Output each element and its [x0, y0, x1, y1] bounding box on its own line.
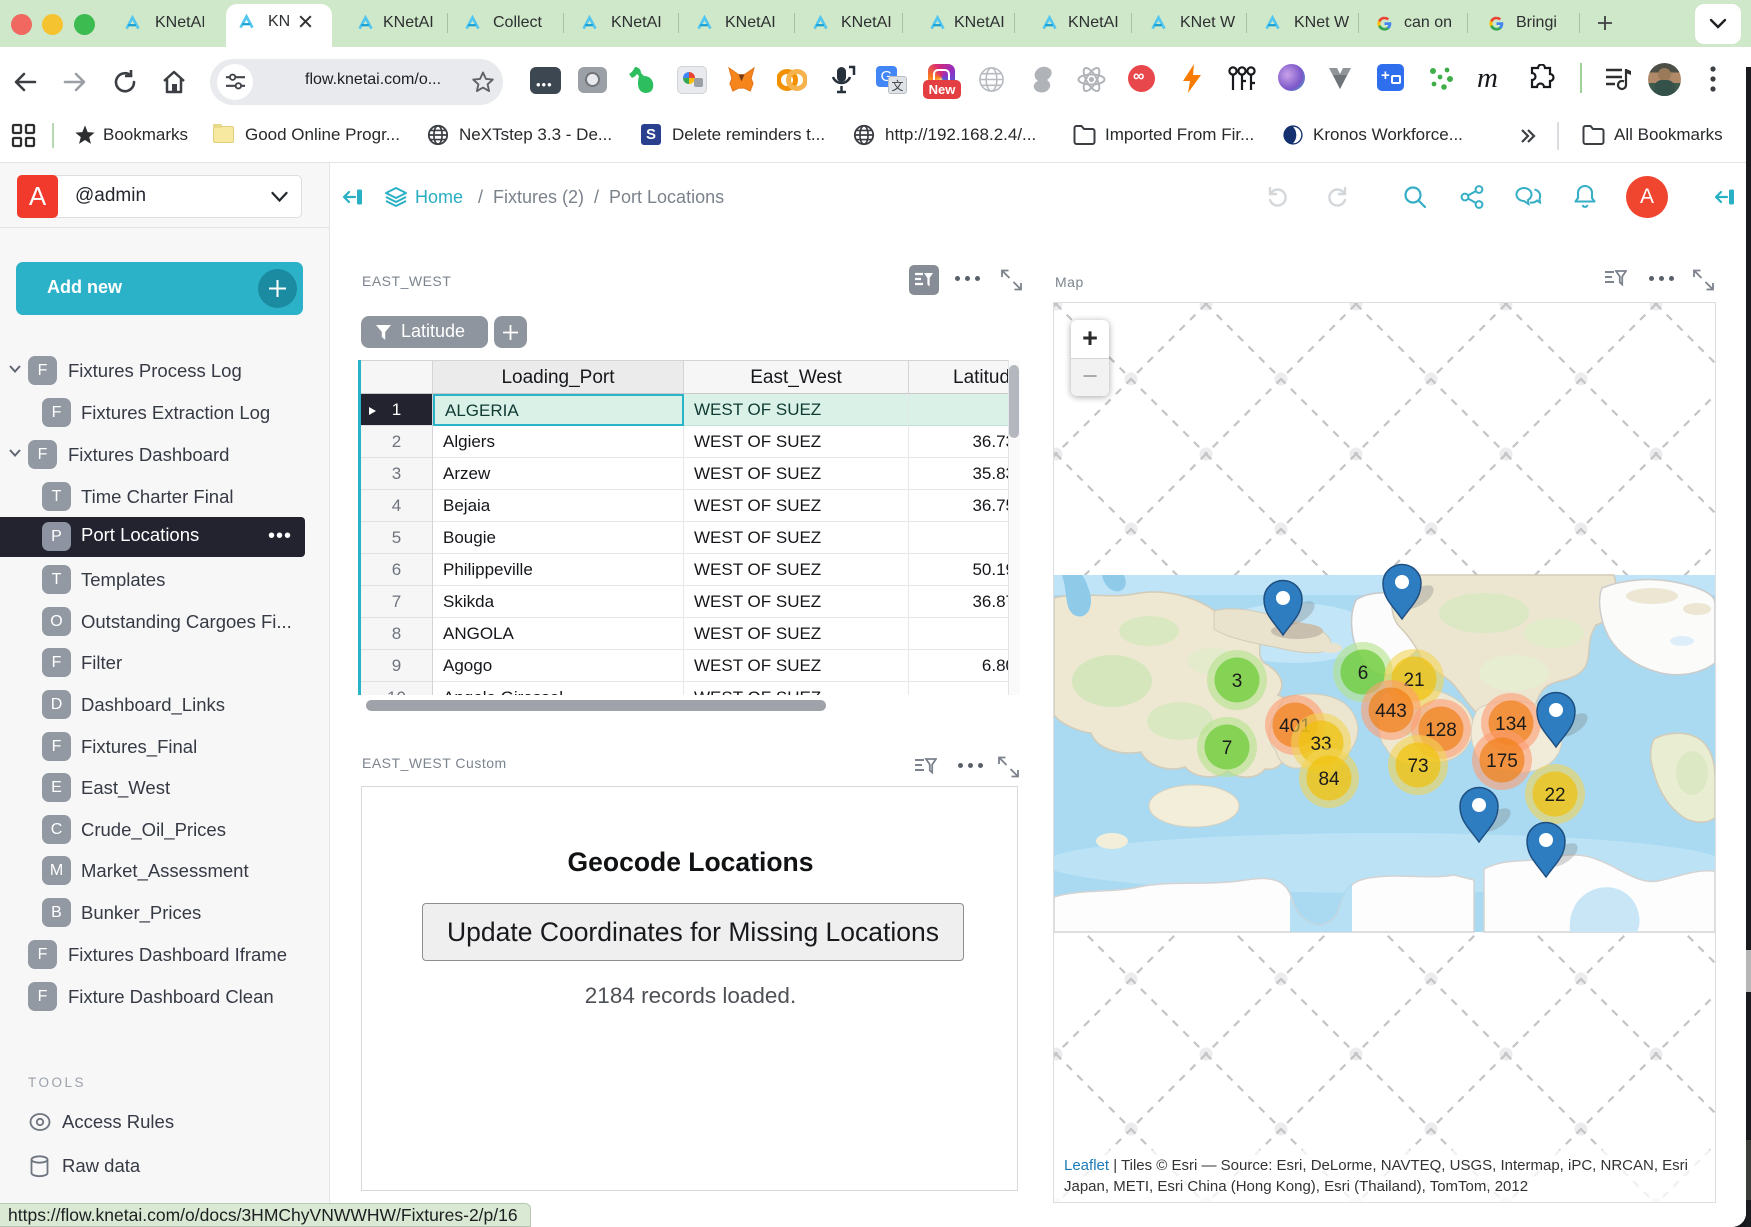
svg-text:175: 175 — [1486, 751, 1518, 772]
svg-text:6: 6 — [1358, 663, 1369, 684]
svg-text:84: 84 — [1318, 769, 1340, 790]
svg-text:22: 22 — [1544, 785, 1565, 806]
svg-text:7: 7 — [1222, 738, 1233, 759]
svg-text:443: 443 — [1375, 701, 1407, 722]
svg-text:3: 3 — [1232, 671, 1243, 692]
svg-text:73: 73 — [1407, 756, 1428, 777]
